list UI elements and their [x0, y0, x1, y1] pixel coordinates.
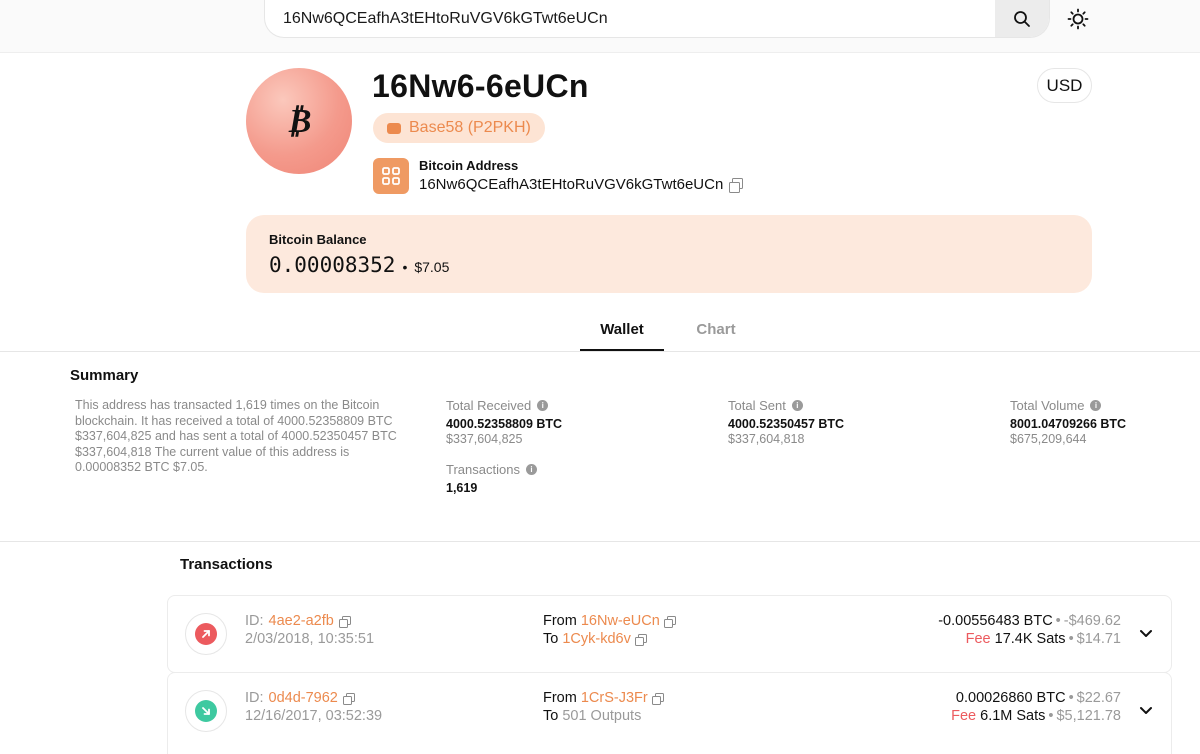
- transaction-amount: -0.00556483 BTC • -$469.62: [938, 613, 1121, 629]
- stat-value: 8001.04709266 BTC: [1010, 417, 1127, 431]
- tab-chart[interactable]: Chart: [690, 321, 742, 338]
- transaction-from: From 1CrS-J3Fr: [543, 690, 664, 706]
- to-address-link[interactable]: 1Cyk-kd6v: [562, 631, 631, 647]
- copy-icon[interactable]: [634, 633, 647, 646]
- tab-wallet[interactable]: Wallet: [580, 321, 664, 338]
- copy-icon[interactable]: [729, 177, 744, 193]
- transaction-row[interactable]: ID: 4ae2-a2fb 2/03/2018, 10:35:51 From 1…: [167, 595, 1172, 673]
- arrow-up-right-icon: [202, 630, 210, 638]
- transactions-title: Transactions: [180, 556, 273, 573]
- summary-title: Summary: [70, 367, 139, 384]
- summary-text: This address has transacted 1,619 times …: [75, 398, 397, 474]
- bitcoin-address: 16Nw6QCEafhA3tEHtoRuVGV6kGTwt6eUCn: [419, 176, 744, 193]
- search-button[interactable]: [995, 0, 1049, 37]
- wallet-icon: [387, 122, 401, 134]
- stat-usd: $675,209,644: [1010, 432, 1087, 446]
- transaction-to: To 501 Outputs: [543, 708, 642, 724]
- copy-icon[interactable]: [663, 615, 676, 628]
- stat-value: 4000.52350457 BTC: [728, 417, 845, 431]
- transaction-amount: 0.00026860 BTC • $22.67: [955, 690, 1121, 706]
- stat-value: 1,619: [446, 481, 478, 495]
- page-title: 16Nw6-6eUCn: [372, 68, 589, 104]
- transaction-date: 2/03/2018, 10:35:51: [245, 631, 375, 647]
- stat-value: 4000.52358809 BTC: [446, 417, 563, 431]
- from-address-link[interactable]: 1CrS-J3Fr: [581, 690, 648, 706]
- balance-value: 0.00008352 • $7.05: [269, 253, 449, 277]
- stat-total-volume: Total Volume i 8001.04709266 BTC $675,209…: [1010, 398, 1126, 446]
- transaction-id: ID: 0d4d-7962: [245, 690, 355, 706]
- transaction-to: To 1Cyk-kd6v: [543, 631, 647, 647]
- qr-code-icon: [382, 167, 400, 185]
- balance-separator: •: [402, 259, 408, 275]
- currency-button[interactable]: USD: [1037, 68, 1092, 103]
- transaction-id-link[interactable]: 4ae2-a2fb: [269, 613, 334, 629]
- transaction-id-link[interactable]: 0d4d-7962: [269, 690, 338, 706]
- chevron-down-icon: [1140, 630, 1152, 637]
- transaction-id: ID: 4ae2-a2fb: [245, 613, 351, 629]
- info-icon[interactable]: i: [791, 400, 803, 411]
- bitcoin-icon: ₿: [286, 101, 312, 141]
- bitcoin-avatar: ₿: [246, 68, 352, 174]
- from-address-link[interactable]: 16Nw-eUCn: [581, 613, 660, 629]
- copy-icon[interactable]: [338, 615, 351, 628]
- top-bar: [0, 0, 1200, 53]
- tabs-divider: [0, 351, 1200, 352]
- info-icon[interactable]: i: [525, 464, 537, 475]
- direction-indicator: [185, 613, 227, 655]
- stat-transactions: Transactions i 1,619: [446, 462, 537, 495]
- info-icon[interactable]: i: [537, 400, 549, 411]
- stat-label: Total Sent: [728, 398, 786, 413]
- search-bar: [264, 0, 1050, 38]
- sun-icon: [1067, 8, 1089, 30]
- outputs-count[interactable]: 501 Outputs: [562, 708, 641, 724]
- bitcoin-address-label: Bitcoin Address: [419, 158, 519, 173]
- address-type-label: Base58 (P2PKH): [409, 119, 531, 136]
- stat-usd: $337,604,825: [446, 432, 523, 446]
- address-type-badge: Base58 (P2PKH): [373, 113, 545, 143]
- transaction-fee: Fee 6.1M Sats • $5,121.78: [951, 708, 1121, 724]
- stat-label: Total Received: [446, 398, 532, 413]
- stat-label: Total Volume: [1010, 398, 1085, 413]
- expand-button[interactable]: [1137, 624, 1155, 642]
- direction-indicator: [185, 690, 227, 732]
- transaction-row[interactable]: ID: 0d4d-7962 12/16/2017, 03:52:39 From …: [167, 672, 1172, 754]
- search-icon: [1014, 11, 1030, 27]
- transaction-date: 12/16/2017, 03:52:39: [245, 708, 383, 724]
- arrow-down-right-icon: [202, 707, 210, 715]
- chevron-down-icon: [1140, 707, 1152, 714]
- copy-icon[interactable]: [342, 692, 355, 705]
- search-input[interactable]: [283, 8, 983, 30]
- bitcoin-address-value: 16Nw6QCEafhA3tEHtoRuVGV6kGTwt6eUCn: [419, 176, 724, 193]
- stat-total-sent: Total Sent i 4000.52350457 BTC $337,604,8…: [728, 398, 844, 446]
- balance-label: Bitcoin Balance: [269, 232, 367, 247]
- stat-label: Transactions: [446, 462, 520, 477]
- section-divider: [0, 541, 1200, 542]
- stat-total-received: Total Received i 4000.52358809 BTC $337,6…: [446, 398, 562, 446]
- stat-usd: $337,604,818: [728, 432, 805, 446]
- balance-card: Bitcoin Balance 0.00008352 • $7.05: [246, 215, 1092, 293]
- transaction-from: From 16Nw-eUCn: [543, 613, 676, 629]
- expand-button[interactable]: [1137, 701, 1155, 719]
- copy-icon[interactable]: [651, 692, 664, 705]
- theme-toggle-button[interactable]: [1064, 5, 1092, 33]
- balance-btc: 0.00008352: [269, 253, 396, 277]
- balance-usd: $7.05: [414, 259, 450, 275]
- qr-code-button[interactable]: [373, 158, 409, 194]
- transaction-fee: Fee 17.4K Sats • $14.71: [965, 631, 1121, 647]
- info-icon[interactable]: i: [1090, 400, 1102, 411]
